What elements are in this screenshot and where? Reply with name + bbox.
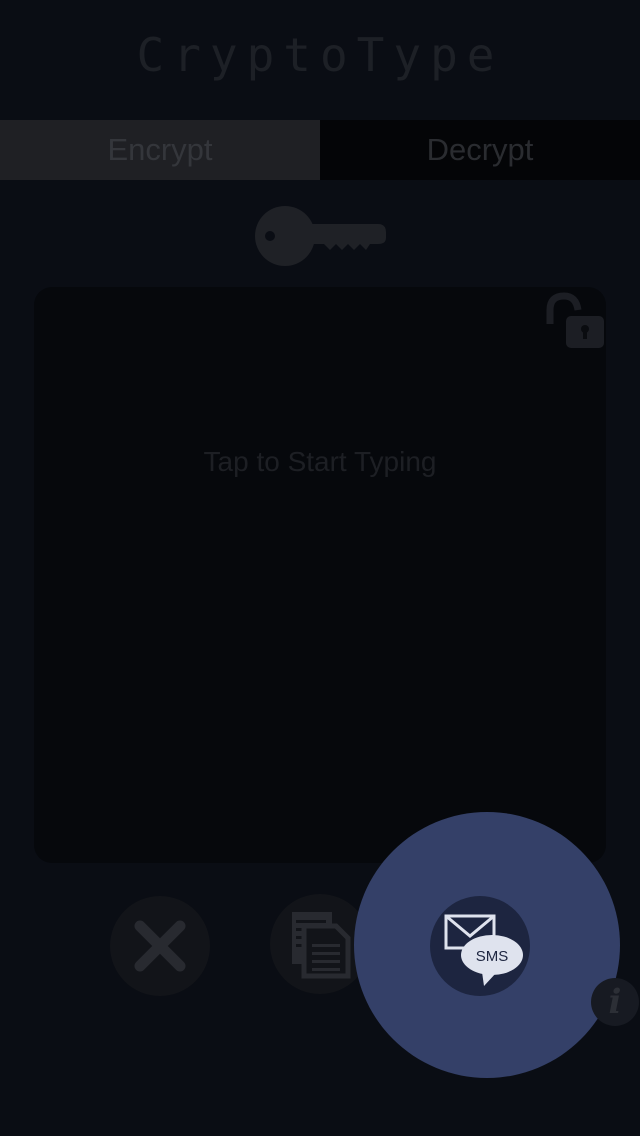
x-icon [134, 920, 186, 972]
sms-button[interactable]: SMS [430, 896, 530, 996]
mode-tabs: Encrypt Decrypt [0, 120, 640, 180]
unlock-icon[interactable] [544, 290, 606, 352]
tab-decrypt[interactable]: Decrypt [320, 120, 640, 180]
clear-button[interactable] [110, 896, 210, 996]
sms-icon: SMS [444, 914, 523, 986]
key-icon[interactable] [252, 200, 388, 272]
message-text-area[interactable] [34, 287, 606, 863]
typing-placeholder: Tap to Start Typing [203, 446, 437, 477]
sms-label: SMS [476, 948, 509, 965]
app-title: CryptoType [136, 28, 504, 82]
info-button[interactable]: i [591, 978, 639, 1026]
copy-icon [292, 912, 351, 979]
tab-encrypt[interactable]: Encrypt [0, 120, 320, 180]
